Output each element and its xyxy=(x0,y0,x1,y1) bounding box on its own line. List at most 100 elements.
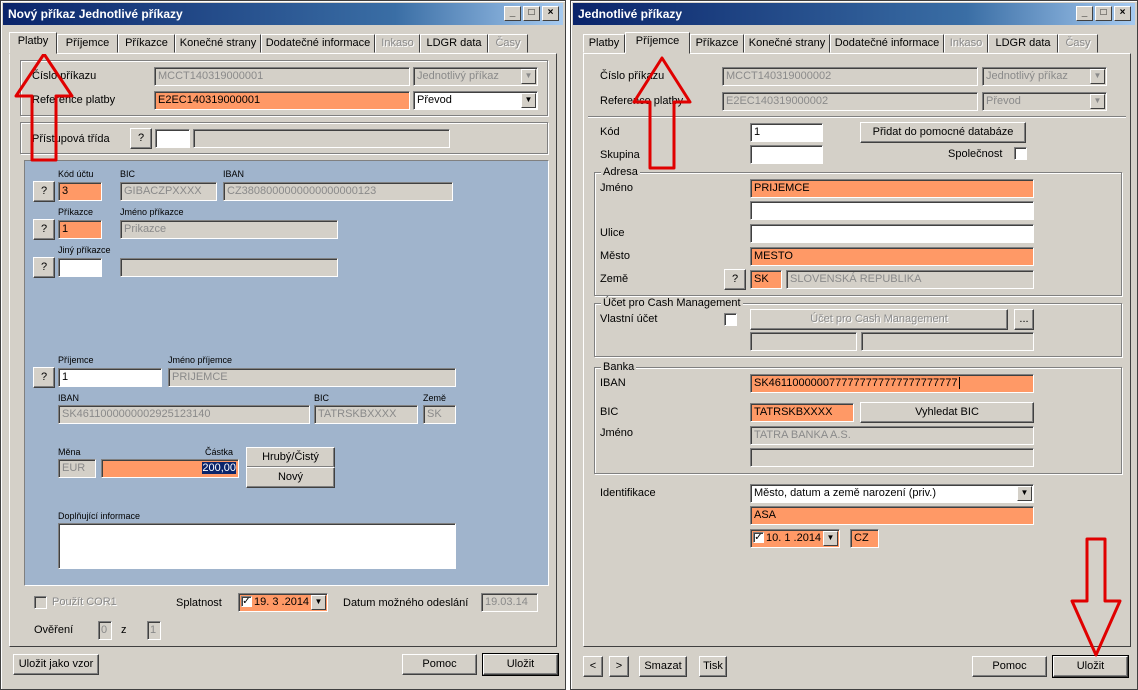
tab-inkaso: Inkaso xyxy=(375,34,420,53)
banka-jmeno-field-2 xyxy=(750,448,1034,467)
bic-field[interactable]: TATRSKBXXXX xyxy=(750,403,854,422)
pouzit-cor1-label: Použít COR1 xyxy=(52,596,117,608)
next-button[interactable]: > xyxy=(609,656,629,677)
tab-dodatecne-informace[interactable]: Dodatečné informace xyxy=(261,34,375,53)
jiny-prikazce-help-button[interactable]: ? xyxy=(33,257,55,278)
spolecnost-checkbox[interactable] xyxy=(1014,147,1027,160)
kod-field[interactable]: 1 xyxy=(750,123,823,142)
typ-prikazu-combo: Jednotlivý příkaz ▼ xyxy=(413,67,538,86)
red-arrow-down-right xyxy=(1070,537,1122,657)
close-button[interactable]: × xyxy=(542,6,559,21)
prikazce-field[interactable]: 1 xyxy=(58,220,102,239)
kod-uctu-help-button[interactable]: ? xyxy=(33,181,55,202)
castka-field[interactable]: 200,00 xyxy=(101,459,239,478)
tab-ldgr-data[interactable]: LDGR data xyxy=(420,34,488,53)
bic-label: BIC xyxy=(600,406,619,418)
tab-konecne-strany[interactable]: Konečné strany xyxy=(744,34,830,53)
identifikace-date-checkbox[interactable]: ✓ xyxy=(753,532,764,543)
zeme-code-field[interactable]: SK xyxy=(750,270,782,289)
castka-value: 200,00 xyxy=(202,462,236,474)
banka-title: Banka xyxy=(601,361,637,373)
prijemce-label: Příjemce xyxy=(58,355,94,365)
pristupova-help-button[interactable]: ? xyxy=(130,128,152,149)
tab-prikazce[interactable]: Příkazce xyxy=(690,34,744,53)
ulice-field[interactable] xyxy=(750,224,1034,243)
iban-label: IBAN xyxy=(600,377,626,389)
overeni-value: 0 xyxy=(98,621,112,640)
chevron-down-icon: ▼ xyxy=(1090,94,1105,109)
tab-platby[interactable]: Platby xyxy=(9,32,57,54)
hruby-cisty-button[interactable]: Hrubý/Čistý xyxy=(246,447,335,468)
prikazce-help-button[interactable]: ? xyxy=(33,219,55,240)
ulozit-button[interactable]: Uložit xyxy=(482,653,559,676)
left-tab-panel: Číslo příkazu MCCT140319000001 Jednotliv… xyxy=(9,53,557,647)
vyhledat-bic-button[interactable]: Vyhledat BIC xyxy=(860,402,1034,423)
pouzit-cor1-checkbox xyxy=(34,596,47,609)
previous-button[interactable]: < xyxy=(583,656,603,677)
zeme-help-button[interactable]: ? xyxy=(724,269,746,290)
tab-ldgr-data[interactable]: LDGR data xyxy=(988,34,1058,53)
mesto-field[interactable]: MESTO xyxy=(750,247,1034,266)
tab-dodatecne-informace[interactable]: Dodatečné informace xyxy=(830,34,944,53)
pomoc-button[interactable]: Pomoc xyxy=(972,656,1047,677)
tab-casy: Časy xyxy=(488,34,528,53)
prijemce-field[interactable]: 1 xyxy=(58,368,162,387)
left-titlebar: Nový příkaz Jednotlivé příkazy _ □ × xyxy=(3,3,563,25)
tab-konecne-strany[interactable]: Konečné strany xyxy=(175,34,261,53)
chevron-down-icon[interactable]: ▼ xyxy=(823,531,838,546)
doplnujici-textarea[interactable] xyxy=(58,523,456,569)
chevron-down-icon[interactable]: ▼ xyxy=(521,93,536,108)
kod-uctu-field[interactable]: 3 xyxy=(58,182,102,201)
minimize-button[interactable]: _ xyxy=(1076,6,1093,21)
tab-prikazce[interactable]: Příkazce xyxy=(118,34,175,53)
jmeno-field[interactable]: PRIJEMCE xyxy=(750,179,1034,198)
pristupova-name-field xyxy=(193,129,450,148)
splatnost-value: 19. 3 .2014 xyxy=(254,596,310,608)
zeme-field: SK xyxy=(423,405,456,424)
jmeno-field-2[interactable] xyxy=(750,201,1034,220)
iban-field[interactable]: SK4611000000777777777777777777777 xyxy=(750,374,1034,393)
maximize-button[interactable]: □ xyxy=(1095,6,1112,21)
tab-platby[interactable]: Platby xyxy=(583,34,625,53)
datum-odeslani-label: Datum možného odeslání xyxy=(343,597,469,609)
browse-button[interactable]: ... xyxy=(1014,309,1034,330)
close-button[interactable]: × xyxy=(1114,6,1131,21)
zeme-name-field: SLOVENSKÁ REPUBLIKA xyxy=(786,270,1034,289)
vlastni-ucet-label: Vlastní účet xyxy=(600,313,658,325)
tisk-button[interactable]: Tisk xyxy=(699,656,727,677)
jmeno-prikazce-field: Prikazce xyxy=(120,220,338,239)
smazat-button[interactable]: Smazat xyxy=(639,656,687,677)
jiny-prikazce-label: Jiný příkazce xyxy=(58,245,111,255)
ulozit-jako-vzor-button[interactable]: Uložit jako vzor xyxy=(13,654,99,675)
reference-type-value: Převod xyxy=(417,94,452,106)
pomoc-button[interactable]: Pomoc xyxy=(402,654,477,675)
jmeno-prikazce-label: Jméno příkazce xyxy=(120,207,184,217)
overeni-total: 1 xyxy=(147,621,161,640)
identifikace-combo[interactable]: Město, datum a země narození (priv.) ▼ xyxy=(750,484,1034,503)
overeni-z-label: z xyxy=(121,624,127,636)
pridat-do-databaze-button[interactable]: Přidat do pomocné databáze xyxy=(860,122,1026,143)
maximize-button[interactable]: □ xyxy=(523,6,540,21)
jiny-prikazce-field[interactable] xyxy=(58,258,102,277)
cislo-prikazu-field: MCCT140319000001 xyxy=(154,67,410,86)
reference-field: E2EC140319000002 xyxy=(722,92,978,111)
splatnost-date-picker[interactable]: ✓ 19. 3 .2014 ▼ xyxy=(238,593,328,612)
reference-type-combo[interactable]: Převod ▼ xyxy=(413,91,538,110)
banka-jmeno-label: Jméno xyxy=(600,427,634,439)
tab-prijemce[interactable]: Příjemce xyxy=(625,32,690,54)
prijemce-help-button[interactable]: ? xyxy=(33,367,55,388)
identifikace-date-picker[interactable]: ✓ 10. 1 .2014 ▼ xyxy=(750,529,840,548)
skupina-field[interactable] xyxy=(750,145,823,164)
vlastni-ucet-checkbox[interactable] xyxy=(724,313,737,326)
novy-button[interactable]: Nový xyxy=(246,467,335,488)
pristupova-code-field[interactable] xyxy=(155,129,190,148)
identifikace-country-field[interactable]: CZ xyxy=(850,529,879,548)
reference-field[interactable]: E2EC140319000001 xyxy=(154,91,410,110)
splatnost-checkbox[interactable]: ✓ xyxy=(241,596,252,607)
chevron-down-icon[interactable]: ▼ xyxy=(1017,486,1032,501)
tab-prijemce[interactable]: Příjemce xyxy=(57,34,118,53)
identifikace-value-field[interactable]: ASA xyxy=(750,506,1034,525)
chevron-down-icon[interactable]: ▼ xyxy=(311,595,326,610)
ulozit-button[interactable]: Uložit xyxy=(1052,655,1129,678)
minimize-button[interactable]: _ xyxy=(504,6,521,21)
